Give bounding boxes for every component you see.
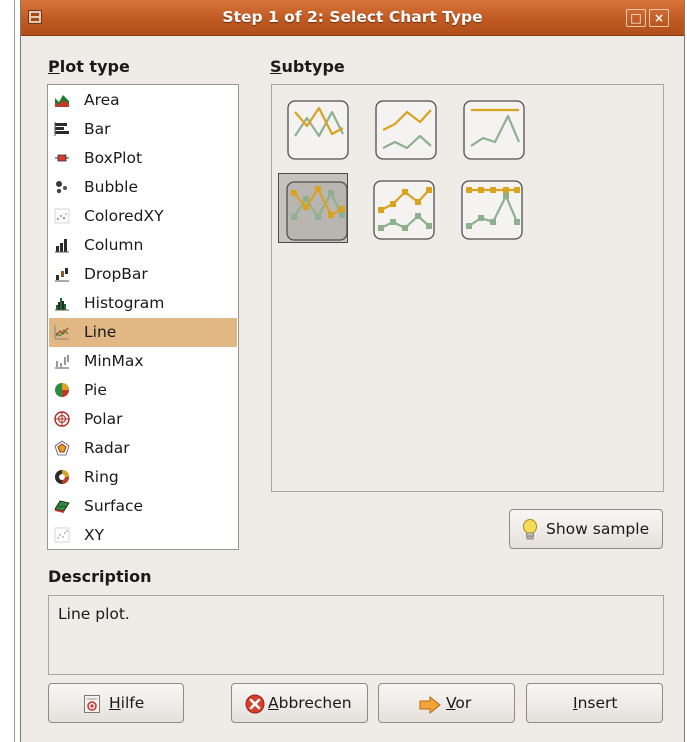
plot-type-label: Pie (84, 381, 107, 399)
description-box: Line plot. (48, 595, 664, 675)
plot-type-item-minmax[interactable]: MinMax (49, 347, 237, 376)
minmax-icon (54, 353, 70, 369)
plot-type-item-boxplot[interactable]: BoxPlot (49, 144, 237, 173)
plot-type-label: Histogram (84, 294, 165, 312)
plot-type-item-bubble[interactable]: Bubble (49, 173, 237, 202)
close-button[interactable]: × (649, 9, 669, 27)
plot-type-label: XY (84, 526, 105, 544)
plot-type-item-xy[interactable]: XY (49, 521, 237, 550)
line-chart-icon (54, 324, 70, 340)
subtype-line-percent[interactable] (460, 97, 530, 167)
plot-type-item-coloredxy[interactable]: ColoredXY (49, 202, 237, 231)
plot-type-item-dropbar[interactable]: DropBar (49, 260, 237, 289)
cancel-button[interactable]: Abbrechen (231, 683, 368, 723)
plot-type-list[interactable]: Area Bar BoxPlot Bubble ColoredXY Column DropB… (47, 84, 239, 550)
cancel-label: Abbrechen (268, 694, 352, 712)
plot-type-item-pie[interactable]: Pie (49, 376, 237, 405)
plot-type-label: DropBar (84, 265, 148, 283)
insert-label: Insert (573, 694, 618, 712)
bubble-chart-icon (54, 179, 70, 195)
maximize-icon: □ (630, 11, 642, 25)
subtype-panel (271, 84, 664, 492)
bar-chart-icon (54, 121, 70, 137)
lightbulb-icon (521, 518, 539, 546)
plot-type-label: BoxPlot (84, 149, 143, 167)
dropbar-icon (54, 266, 70, 282)
plot-type-label: ColoredXY (84, 207, 164, 225)
plot-type-label: Column (84, 236, 144, 254)
plot-type-label: Area (84, 91, 120, 109)
insert-button[interactable]: Insert (526, 683, 663, 723)
plot-type-label: Ring (84, 468, 119, 486)
window-title: Step 1 of 2: Select Chart Type (222, 8, 483, 26)
plot-type-label: Polar (84, 410, 123, 428)
subtype-line-stacked[interactable] (372, 97, 442, 167)
polar-chart-icon (54, 411, 70, 427)
arrow-right-icon (419, 695, 441, 718)
surface-chart-icon (54, 498, 70, 514)
colored-xy-icon (54, 208, 70, 224)
description-text: Line plot. (58, 605, 130, 623)
xy-chart-icon (54, 527, 70, 543)
boxplot-icon (54, 150, 70, 166)
subtype-label: Subtype (270, 57, 345, 76)
plot-type-item-radar[interactable]: Radar (49, 434, 237, 463)
background-window-edge (0, 0, 20, 742)
plot-type-item-bar[interactable]: Bar (49, 115, 237, 144)
subtype-thumbnail-icon (286, 181, 348, 241)
subtype-line-percent-markers[interactable] (458, 177, 528, 247)
help-button[interactable]: Hilfe (48, 683, 184, 723)
area-chart-icon (54, 92, 70, 108)
subtype-thumbnail-icon (375, 100, 437, 160)
plot-type-label: Bar (84, 120, 111, 138)
help-label: Hilfe (109, 694, 145, 712)
description-label: Description (48, 567, 152, 586)
show-sample-button[interactable]: Show sample (509, 509, 663, 549)
subtype-thumbnail-icon (463, 100, 525, 160)
maximize-button[interactable]: □ (626, 9, 646, 27)
title-bar[interactable]: Step 1 of 2: Select Chart Type □ × (21, 0, 684, 36)
show-sample-label: Show sample (546, 520, 650, 538)
plot-type-item-histogram[interactable]: Histogram (49, 289, 237, 318)
subtype-line-markers[interactable] (278, 173, 348, 243)
histogram-icon (54, 295, 70, 311)
plot-type-label: Surface (84, 497, 144, 515)
plot-type-item-polar[interactable]: Polar (49, 405, 237, 434)
help-icon (83, 694, 101, 718)
column-chart-icon (54, 237, 70, 253)
subtype-thumbnail-icon (461, 180, 523, 240)
plot-type-item-ring[interactable]: Ring (49, 463, 237, 492)
ring-chart-icon (54, 469, 70, 485)
radar-chart-icon (54, 440, 70, 456)
forward-button[interactable]: Vor (378, 683, 515, 723)
plot-type-label: MinMax (84, 352, 144, 370)
plot-type-item-area[interactable]: Area (49, 86, 237, 115)
pie-chart-icon (54, 382, 70, 398)
plot-type-label: Plot type (48, 57, 130, 76)
subtype-line-stacked-markers[interactable] (370, 177, 440, 247)
plot-type-label: Line (84, 323, 117, 341)
forward-label: Vor (446, 694, 472, 712)
subtype-thumbnail-icon (287, 100, 349, 160)
plot-type-item-line[interactable]: Line (49, 318, 237, 347)
close-icon: × (653, 11, 665, 25)
subtype-line-normal[interactable] (284, 97, 354, 167)
plot-type-item-column[interactable]: Column (49, 231, 237, 260)
cancel-icon (245, 694, 265, 718)
plot-type-item-surface[interactable]: Surface (49, 492, 237, 521)
plot-type-label: Bubble (84, 178, 138, 196)
plot-type-label: Radar (84, 439, 130, 457)
subtype-thumbnail-icon (373, 180, 435, 240)
chart-type-dialog: Step 1 of 2: Select Chart Type □ × Plot … (20, 0, 685, 742)
